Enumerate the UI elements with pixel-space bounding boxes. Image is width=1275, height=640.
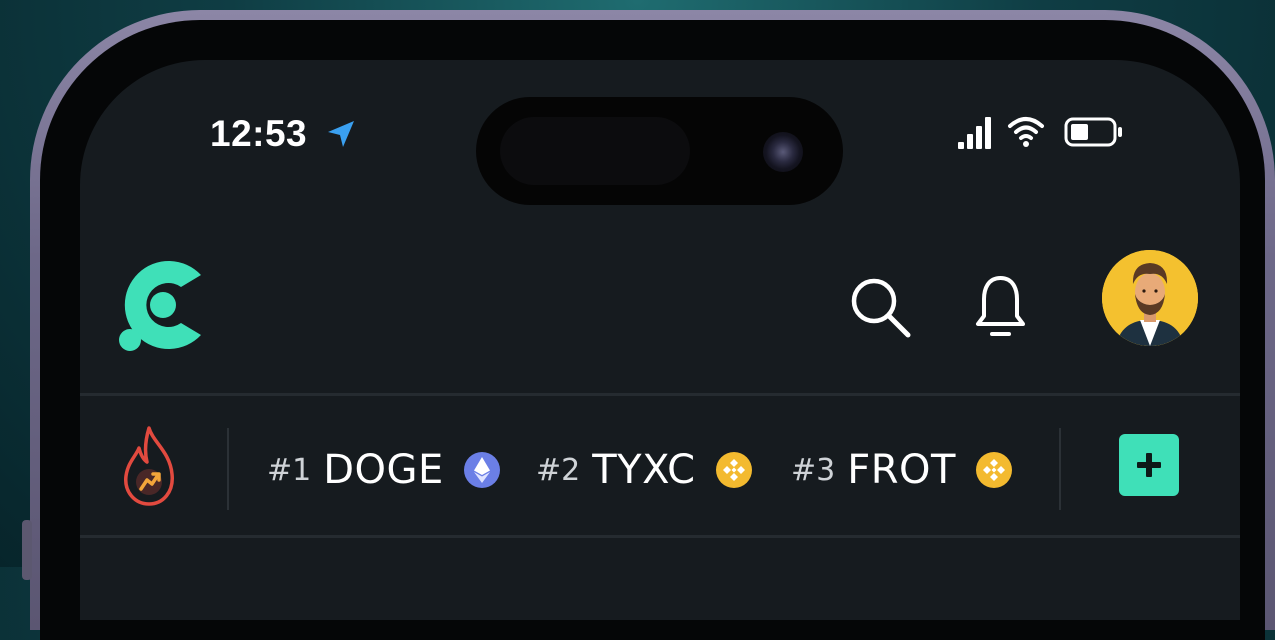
trending-symbol: FROT [847, 447, 956, 493]
add-button[interactable] [1119, 434, 1179, 496]
island-sensor [500, 117, 690, 185]
dynamic-island [476, 97, 843, 205]
battery-icon [1064, 117, 1122, 147]
trending-item-doge[interactable]: #1 DOGE [267, 445, 500, 495]
phone-screen: 12:53 #1 DOGE #2 TYXC #3 FROT [80, 60, 1240, 620]
cellular-signal-icon [958, 117, 991, 149]
bnb-icon [715, 452, 752, 488]
phone-side-button [22, 520, 32, 580]
fire-trending-icon [124, 426, 174, 506]
trending-item-frot[interactable]: #3 FROT [791, 445, 1012, 495]
trending-separator-left [227, 428, 229, 510]
trending-rank: #1 [267, 452, 312, 488]
trending-rank: #3 [791, 452, 836, 488]
search-icon[interactable] [848, 275, 913, 340]
plus-icon [1137, 453, 1161, 477]
trending-rank: #2 [536, 452, 581, 488]
header-divider [80, 393, 1240, 396]
wifi-icon [1008, 117, 1044, 147]
trending-separator-right [1059, 428, 1061, 510]
bell-icon[interactable] [973, 272, 1028, 342]
location-arrow-icon [328, 121, 354, 147]
front-camera [763, 132, 803, 172]
app-logo[interactable] [113, 255, 213, 355]
avatar[interactable] [1102, 250, 1198, 346]
trending-symbol: TYXC [592, 447, 696, 493]
trending-item-tyxc[interactable]: #2 TYXC [536, 445, 752, 495]
trending-symbol: DOGE [323, 447, 444, 493]
status-time: 12:53 [210, 113, 308, 154]
bnb-icon [975, 452, 1012, 488]
avatar-illustration [1102, 250, 1198, 346]
ethereum-icon [463, 452, 500, 488]
trending-divider [80, 535, 1240, 538]
